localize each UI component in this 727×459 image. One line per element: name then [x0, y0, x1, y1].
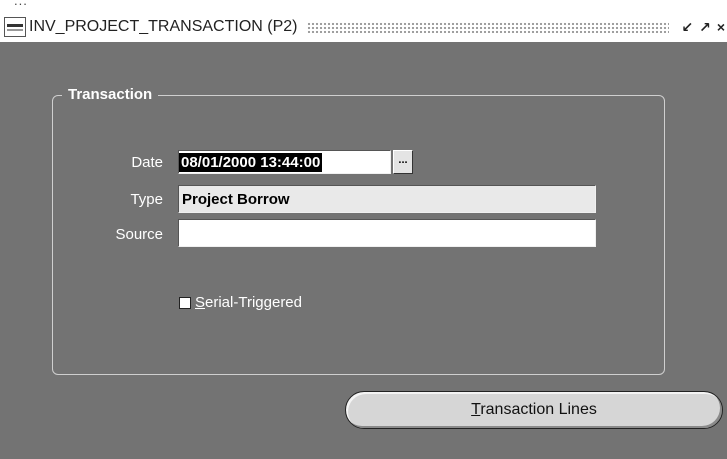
- minimize-icon[interactable]: ↙: [681, 20, 693, 34]
- window-titlebar[interactable]: INV_PROJECT_TRANSACTION (P2) ↙ ↗ ×: [0, 12, 727, 42]
- type-label: Type: [130, 191, 163, 208]
- titlebar-drag-area[interactable]: [307, 21, 670, 33]
- window-title: INV_PROJECT_TRANSACTION (P2): [29, 18, 298, 35]
- top-window-strip: ...: [0, 0, 727, 12]
- app-icon[interactable]: [4, 17, 26, 37]
- serial-triggered-checkbox[interactable]: [179, 297, 191, 309]
- type-value: Project Borrow: [182, 190, 290, 208]
- serial-triggered-label[interactable]: Serial-Triggered: [195, 294, 302, 311]
- groupbox-title: Transaction: [62, 86, 159, 103]
- serial-triggered-mnemonic: S: [195, 294, 206, 311]
- transaction-lines-label: ransaction Lines: [480, 401, 597, 418]
- date-lov-button[interactable]: ...: [393, 150, 413, 174]
- partially-hidden-text: ...: [14, 0, 28, 8]
- source-field[interactable]: [178, 219, 596, 247]
- transaction-lines-mnemonic: T: [471, 401, 481, 418]
- date-label: Date: [131, 154, 163, 171]
- type-field[interactable]: Project Borrow: [178, 185, 596, 213]
- date-value: 08/01/2000 13:44:00: [179, 152, 323, 172]
- maximize-icon[interactable]: ↗: [699, 20, 711, 34]
- source-label: Source: [115, 226, 163, 243]
- close-icon[interactable]: ×: [717, 20, 725, 34]
- serial-triggered-label-text: erial-Triggered: [205, 294, 302, 311]
- transaction-lines-button[interactable]: Transaction Lines: [345, 391, 723, 429]
- date-field[interactable]: 08/01/2000 13:44:00: [178, 150, 391, 174]
